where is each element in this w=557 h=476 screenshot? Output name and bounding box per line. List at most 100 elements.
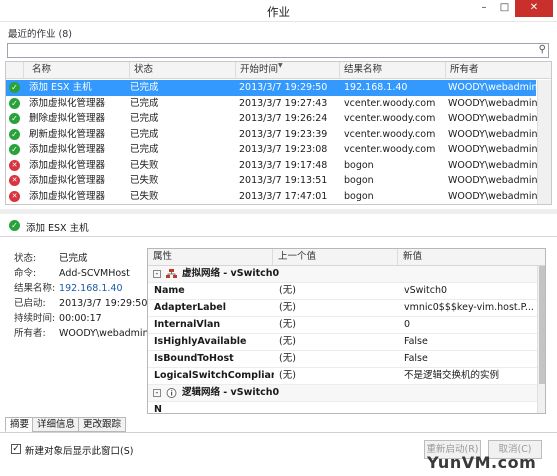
field-label: 已启动: — [14, 298, 46, 309]
column-header-new-value[interactable]: 新值 — [398, 249, 545, 266]
table-row[interactable]: ✓ 添加虚拟化管理器 已完成 2013/3/7 19:23:08 vcenter… — [6, 142, 538, 158]
group-logical-network[interactable]: - 逻辑网络 - vSwitch0 — [148, 385, 538, 402]
job-owner: WOODY\webadmin — [448, 159, 538, 171]
detail-result-name: 结果名称: 192.168.1.40 — [14, 280, 123, 294]
job-start-time: 2013/3/7 19:23:08 — [239, 144, 328, 155]
close-button[interactable]: ✕ — [515, 0, 553, 17]
tab-summary[interactable]: 摘要 — [5, 417, 35, 432]
job-start-time: 2013/3/7 19:27:43 — [239, 97, 328, 109]
job-owner: WOODY\webadmin — [448, 128, 538, 140]
minimize-button[interactable]: – — [474, 0, 494, 17]
field-value: 已完成 — [59, 253, 88, 264]
table-row[interactable]: ✕ 添加虚拟化管理器 已失败 2013/3/7 19:13:51 bogon W… — [6, 173, 538, 189]
job-name: 添加虚拟化管理器 — [29, 159, 106, 171]
jobs-table-header: 名称 状态 开始时间 ▼ 结果名称 所有者 — [6, 62, 551, 79]
job-result: bogon — [344, 159, 374, 171]
property-old-value: (无) — [279, 285, 296, 296]
field-value: 2013/3/7 19:29:50 — [59, 298, 148, 309]
property-old-value: (无) — [279, 302, 296, 313]
result-link[interactable]: 192.168.1.40 — [59, 283, 122, 294]
table-row[interactable]: ✓ 刷新虚拟化管理器 已完成 2013/3/7 19:23:39 vcenter… — [6, 127, 538, 143]
property-row[interactable]: IsBoundToHost (无) False — [148, 351, 538, 368]
success-icon: ✓ — [9, 97, 20, 109]
table-row[interactable]: ✕ 添加虚拟化管理器 已失败 2013/3/7 17:47:01 bogon W… — [6, 189, 538, 205]
property-name: N — [154, 404, 162, 414]
job-result: 192.168.1.40 — [344, 82, 408, 93]
detail-started: 已启动: 2013/3/7 19:29:50 — [14, 295, 147, 309]
field-label: 持续时间: — [14, 313, 56, 324]
field-label: 命令: — [14, 268, 37, 279]
job-result: vcenter.woody.com — [344, 128, 436, 140]
column-header-property[interactable]: 属性 — [148, 249, 273, 266]
job-result: vcenter.woody.com — [344, 113, 436, 124]
title-bar: 作业 – □ ✕ — [0, 0, 557, 22]
property-row[interactable]: N — [148, 402, 538, 414]
property-new-value: 不是逻辑交换机的实例 — [404, 370, 500, 381]
property-row[interactable]: InternalVlan (无) 0 — [148, 317, 538, 334]
maximize-button[interactable]: □ — [494, 0, 515, 17]
job-start-time: 2013/3/7 19:13:51 — [239, 175, 328, 186]
group-virtual-network[interactable]: - 虚拟网络 - vSwitch0 — [148, 266, 538, 283]
virtual-network-icon — [166, 269, 177, 278]
job-name: 刷新虚拟化管理器 — [29, 128, 106, 140]
property-row[interactable]: IsHighlyAvailable (无) False — [148, 334, 538, 351]
show-window-checkbox-label[interactable]: 新建对象后显示此窗口(S) — [25, 443, 133, 457]
column-header-icon[interactable] — [6, 62, 24, 79]
property-name: Name — [154, 285, 185, 296]
job-owner: WOODY\webadmin — [448, 82, 538, 93]
watermark: YunVM.com — [427, 453, 537, 472]
job-start-time: 2013/3/7 19:29:50 — [239, 82, 328, 93]
job-name: 添加虚拟化管理器 — [29, 190, 106, 202]
field-value: Add-SCVMHost — [59, 268, 130, 279]
properties-scrollbar[interactable] — [537, 266, 545, 413]
property-new-value: False — [404, 353, 428, 364]
column-header-name[interactable]: 名称 — [24, 62, 130, 79]
detail-title: 添加 ESX 主机 — [26, 223, 89, 234]
jobs-scrollbar[interactable] — [537, 80, 551, 204]
success-icon: ✓ — [9, 82, 20, 93]
field-value: WOODY\webadmin — [59, 328, 149, 339]
job-owner: WOODY\webadmin — [448, 144, 538, 155]
property-old-value: (无) — [279, 336, 296, 347]
job-result: vcenter.woody.com — [344, 97, 436, 109]
column-header-start-time[interactable]: 开始时间 — [236, 62, 340, 79]
search-input[interactable]: ⚲ — [7, 43, 549, 58]
table-row[interactable]: ✓ 添加 ESX 主机 已完成 2013/3/7 19:29:50 192.16… — [6, 80, 538, 96]
field-label: 状态: — [14, 253, 37, 264]
property-old-value: (无) — [279, 353, 296, 364]
column-header-previous-value[interactable]: 上一个值 — [273, 249, 398, 266]
field-label: 所有者: — [14, 328, 46, 339]
job-name: 添加 ESX 主机 — [29, 82, 92, 93]
property-old-value: (无) — [279, 370, 296, 381]
property-row[interactable]: Name (无) vSwitch0 — [148, 283, 538, 300]
detail-status: 状态: 已完成 — [14, 250, 88, 264]
property-name: IsHighlyAvailable — [154, 336, 247, 347]
column-header-result-name[interactable]: 结果名称 — [340, 62, 446, 79]
collapse-icon[interactable]: - — [153, 389, 161, 397]
job-owner: WOODY\webadmin — [448, 175, 538, 186]
column-header-status[interactable]: 状态 — [130, 62, 236, 79]
tab-details[interactable]: 详细信息 — [32, 417, 81, 432]
table-row[interactable]: ✓ 添加虚拟化管理器 已完成 2013/3/7 19:27:43 vcenter… — [6, 96, 538, 112]
tab-change-tracking[interactable]: 更改跟踪 — [78, 417, 127, 432]
table-row[interactable]: ✓ 删除虚拟化管理器 已完成 2013/3/7 19:26:24 vcenter… — [6, 111, 538, 127]
scrollbar-thumb[interactable] — [539, 266, 545, 384]
error-icon: ✕ — [9, 175, 20, 186]
show-window-checkbox[interactable]: ✓ — [11, 444, 21, 454]
pane-splitter[interactable] — [0, 209, 557, 214]
collapse-icon[interactable]: - — [153, 270, 161, 278]
job-result: bogon — [344, 175, 374, 186]
property-row[interactable]: AdapterLabel (无) vmnic0$$$key-vim.host.P… — [148, 300, 538, 317]
property-new-value: 0 — [404, 319, 411, 330]
detail-owner: 所有者: WOODY\webadmin — [14, 325, 149, 339]
job-start-time: 2013/3/7 19:26:24 — [239, 113, 328, 124]
error-icon: ✕ — [9, 190, 20, 202]
property-name: AdapterLabel — [154, 302, 226, 313]
group-label: 虚拟网络 - vSwitch0 — [182, 268, 280, 279]
column-header-owner[interactable]: 所有者 — [446, 62, 551, 79]
divider — [0, 432, 557, 433]
table-row[interactable]: ✕ 添加虚拟化管理器 已失败 2013/3/7 19:17:48 bogon W… — [6, 158, 538, 174]
sort-descending-icon: ▼ — [278, 62, 283, 69]
search-icon[interactable]: ⚲ — [539, 44, 546, 55]
property-row[interactable]: LogicalSwitchComplianc... (无) 不是逻辑交换机的实例 — [148, 368, 538, 385]
